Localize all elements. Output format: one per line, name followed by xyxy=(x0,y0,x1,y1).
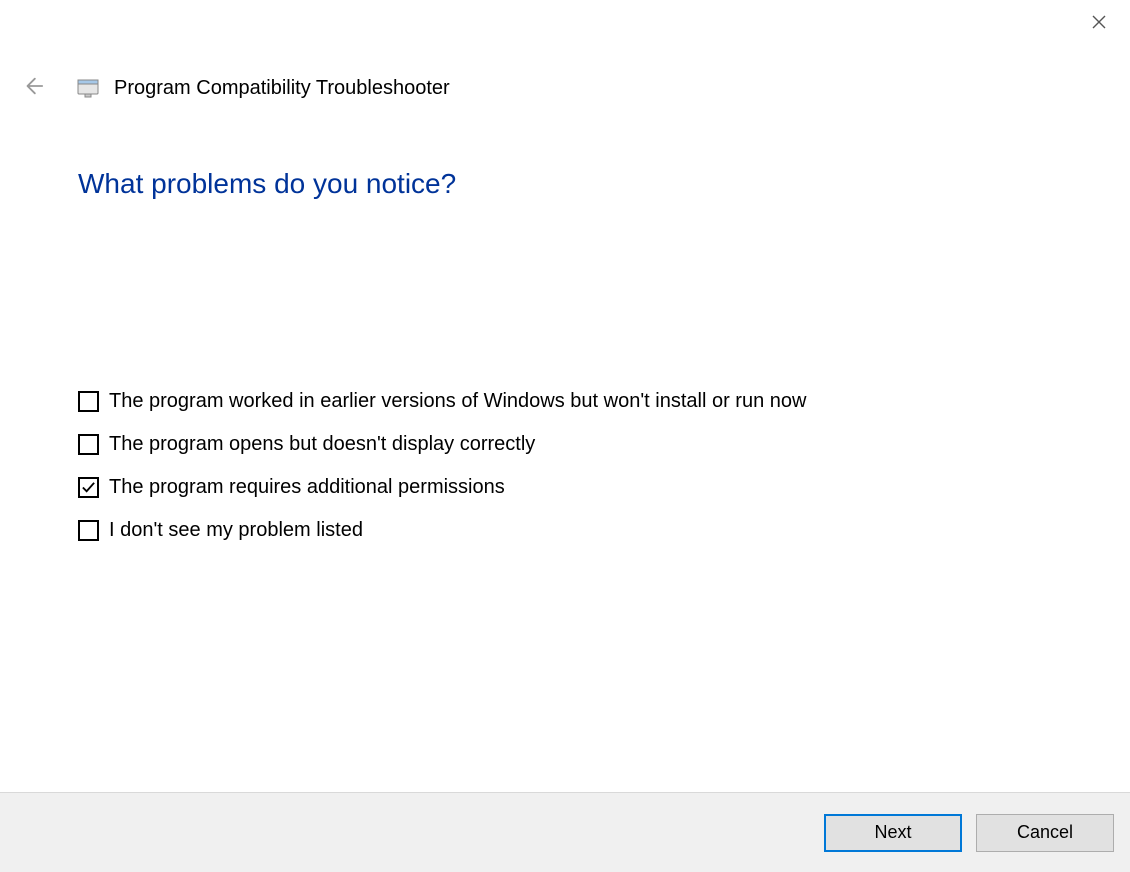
option-label: The program requires additional permissi… xyxy=(109,476,505,499)
arrow-left-icon xyxy=(22,75,44,102)
wizard-footer: Next Cancel xyxy=(0,792,1130,872)
wizard-title: Program Compatibility Troubleshooter xyxy=(114,77,450,100)
option-not-listed[interactable]: I don't see my problem listed xyxy=(78,519,1052,542)
options-list: The program worked in earlier versions o… xyxy=(78,390,1052,542)
wizard-content: What problems do you notice? The program… xyxy=(78,168,1052,542)
checkbox[interactable] xyxy=(78,434,99,455)
close-button[interactable] xyxy=(1076,8,1122,40)
close-icon xyxy=(1091,14,1107,35)
option-label: I don't see my problem listed xyxy=(109,519,363,542)
checkbox[interactable] xyxy=(78,520,99,541)
option-label: The program opens but doesn't display co… xyxy=(109,433,535,456)
troubleshooter-app-icon xyxy=(76,76,100,100)
option-additional-permissions[interactable]: The program requires additional permissi… xyxy=(78,476,1052,499)
next-button[interactable]: Next xyxy=(824,814,962,852)
option-earlier-versions[interactable]: The program worked in earlier versions o… xyxy=(78,390,1052,413)
wizard-header: Program Compatibility Troubleshooter xyxy=(20,75,1110,101)
cancel-button[interactable]: Cancel xyxy=(976,814,1114,852)
question-heading: What problems do you notice? xyxy=(78,168,1052,200)
checkbox[interactable] xyxy=(78,391,99,412)
checkmark-icon xyxy=(81,480,96,495)
option-label: The program worked in earlier versions o… xyxy=(109,390,806,413)
back-button[interactable] xyxy=(20,75,46,101)
checkbox[interactable] xyxy=(78,477,99,498)
option-display-incorrectly[interactable]: The program opens but doesn't display co… xyxy=(78,433,1052,456)
